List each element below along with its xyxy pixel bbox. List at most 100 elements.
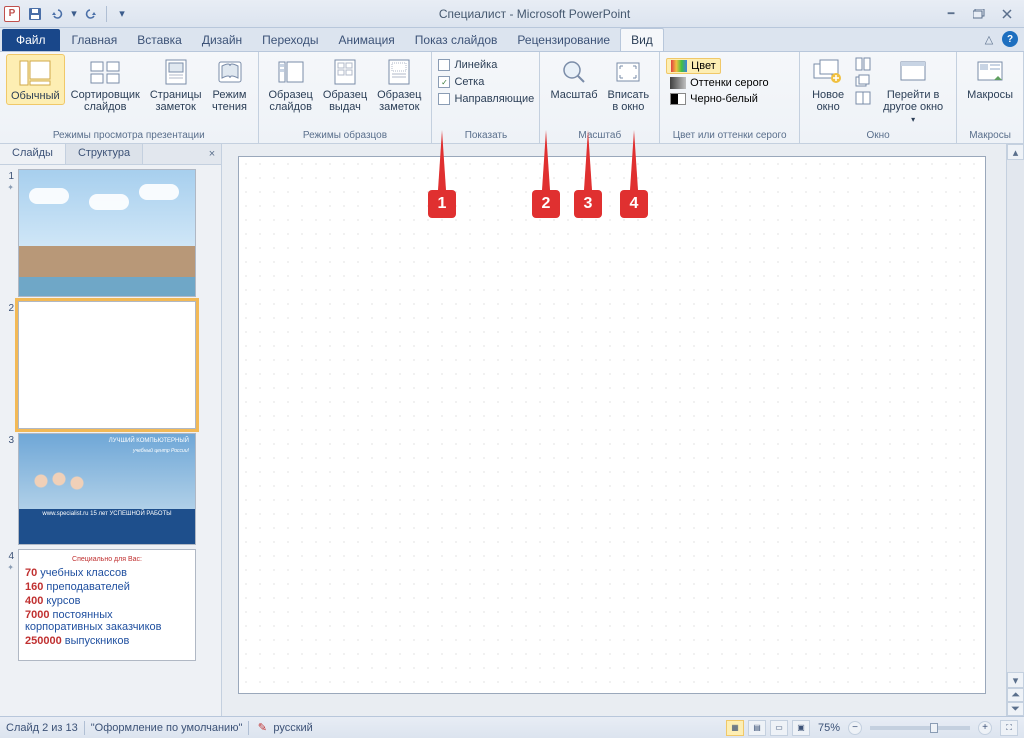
ribbon: Обычный Сортировщик слайдов Страницы зам… (0, 52, 1024, 144)
tab-insert[interactable]: Вставка (127, 29, 192, 51)
help-icon[interactable]: ? (1002, 31, 1018, 47)
zoom-slider[interactable] (870, 726, 970, 730)
fit-window-label: Вписать в окно (608, 89, 650, 113)
color-mode-button[interactable]: Цвет (666, 58, 721, 74)
macros-icon (974, 56, 1006, 88)
handout-master-icon (329, 56, 361, 88)
zoom-slider-thumb[interactable] (930, 723, 938, 733)
slide-thumb-4[interactable]: 4✦ Специально для Вас: 70 учебных классо… (2, 549, 219, 661)
group-label-show: Показать (438, 129, 533, 143)
callout-3: 3 (574, 190, 602, 218)
normal-view-button[interactable]: Обычный (6, 54, 65, 105)
group-master-views: Образец слайдов Образец выдач Образец за… (259, 52, 433, 143)
guides-checkbox[interactable]: Направляющие (438, 92, 534, 106)
group-label-views: Режимы просмотра презентации (6, 129, 252, 143)
status-bar: Слайд 2 из 13 "Оформление по умолчанию" … (0, 716, 1024, 738)
normal-view-icon (19, 57, 51, 89)
tab-animations[interactable]: Анимация (328, 29, 404, 51)
scroll-up-button[interactable]: ▴ (1007, 144, 1024, 160)
normal-view-label: Обычный (11, 90, 60, 102)
language-label[interactable]: русский (273, 722, 312, 734)
redo-icon[interactable] (82, 5, 100, 23)
ribbon-collapse-icon[interactable]: △ (982, 32, 996, 46)
tab-home[interactable]: Главная (62, 29, 128, 51)
move-split-button[interactable] (854, 90, 872, 106)
minimize-button[interactable]: ━ (938, 5, 964, 23)
grayscale-swatch-icon (670, 77, 686, 89)
bw-swatch-icon (670, 93, 686, 105)
vertical-scrollbar[interactable]: ▴ ▾ ⏶ ⏷ (1006, 144, 1024, 716)
status-reading-view[interactable]: ▭ (770, 720, 788, 736)
reading-view-button[interactable]: Режим чтения (208, 54, 252, 115)
handout-master-button[interactable]: Образец выдач (319, 54, 371, 115)
ribbon-tabs: Файл Главная Вставка Дизайн Переходы Ани… (0, 28, 1024, 52)
group-label-color: Цвет или оттенки серого (666, 129, 793, 143)
tab-transitions[interactable]: Переходы (252, 29, 328, 51)
blackwhite-button[interactable]: Черно-белый (666, 92, 762, 106)
grayscale-label: Оттенки серого (690, 77, 768, 89)
prev-slide-button[interactable]: ⏶ (1007, 688, 1024, 702)
thumbnails-list[interactable]: 1✦ Центр Компьютерного Обучения«Специали… (0, 165, 221, 716)
switch-window-button[interactable]: Перейти в другое окно ▾ (876, 54, 950, 128)
zoom-label: Масштаб (550, 89, 597, 101)
tab-design[interactable]: Дизайн (192, 29, 252, 51)
zoom-out-button[interactable]: − (848, 721, 862, 735)
zoom-button[interactable]: Масштаб (546, 54, 601, 103)
slide-master-button[interactable]: Образец слайдов (265, 54, 317, 115)
status-sorter-view[interactable]: ▤ (748, 720, 766, 736)
tab-view[interactable]: Вид (620, 28, 664, 51)
group-color: Цвет Оттенки серого Черно-белый Цвет или… (660, 52, 800, 143)
save-icon[interactable] (26, 5, 44, 23)
slide-sorter-icon (89, 56, 121, 88)
close-button[interactable] (994, 5, 1020, 23)
file-tab[interactable]: Файл (2, 29, 60, 51)
new-window-button[interactable]: Новое окно (806, 54, 850, 115)
tab-slides[interactable]: Слайды (0, 144, 66, 164)
status-normal-view[interactable]: ▦ (726, 720, 744, 736)
zoom-percent[interactable]: 75% (818, 722, 840, 734)
guides-checkbox-box (438, 93, 450, 105)
fit-to-window-status[interactable]: ⛶ (1000, 720, 1018, 736)
fit-window-button[interactable]: Вписать в окно (604, 54, 654, 115)
slide-thumb-1[interactable]: 1✦ Центр Компьютерного Обучения«Специали… (2, 169, 219, 297)
slide-thumb-3[interactable]: 3 ЛУЧШИЙ КОМПЬЮТЕРНЫЙучебный центр Росси… (2, 433, 219, 545)
slide-thumb-2[interactable]: 2 (2, 301, 219, 429)
slide-canvas[interactable] (238, 156, 986, 694)
animation-icon: ✦ (7, 563, 14, 572)
restore-button[interactable] (966, 5, 992, 23)
canvas-area: ▴ ▾ ⏶ ⏷ 1 2 3 4 (222, 144, 1024, 716)
title-bar: P ▾ ▾ Специалист - Microsoft PowerPoint … (0, 0, 1024, 28)
fit-window-icon (612, 56, 644, 88)
notes-master-button[interactable]: Образец заметок (373, 54, 425, 115)
help-area: △ ? (982, 31, 1018, 47)
scroll-down-button[interactable]: ▾ (1007, 672, 1024, 688)
grid-checkbox-box: ✓ (438, 76, 450, 88)
qat-dropdown-icon[interactable]: ▾ (70, 5, 78, 23)
callout-4: 4 (620, 190, 648, 218)
panel-close-icon[interactable]: × (203, 148, 221, 160)
group-label-macros: Макросы (963, 129, 1017, 143)
quick-access-toolbar: ▾ ▾ (26, 5, 131, 23)
blackwhite-label: Черно-белый (690, 93, 758, 105)
arrange-all-button[interactable] (854, 56, 872, 72)
grayscale-button[interactable]: Оттенки серого (666, 76, 772, 90)
notes-master-label: Образец заметок (377, 89, 421, 113)
notes-page-button[interactable]: Страницы заметок (146, 54, 206, 115)
tab-review[interactable]: Рецензирование (507, 29, 620, 51)
grid-checkbox[interactable]: ✓ Сетка (438, 75, 484, 89)
ruler-checkbox[interactable]: Линейка (438, 58, 497, 72)
notes-master-icon (383, 56, 415, 88)
status-slideshow-view[interactable]: ▣ (792, 720, 810, 736)
macros-button[interactable]: Макросы (963, 54, 1017, 103)
qat-customize-icon[interactable]: ▾ (113, 5, 131, 23)
tab-slideshow[interactable]: Показ слайдов (405, 29, 508, 51)
undo-icon[interactable] (48, 5, 66, 23)
reading-view-label: Режим чтения (212, 89, 247, 113)
tab-outline[interactable]: Структура (66, 144, 143, 164)
slide-sorter-button[interactable]: Сортировщик слайдов (67, 54, 144, 115)
zoom-in-button[interactable]: + (978, 721, 992, 735)
switch-window-icon (897, 56, 929, 88)
next-slide-button[interactable]: ⏷ (1007, 702, 1024, 716)
cascade-button[interactable] (854, 73, 872, 89)
spellcheck-icon[interactable]: ✎ (255, 721, 269, 735)
